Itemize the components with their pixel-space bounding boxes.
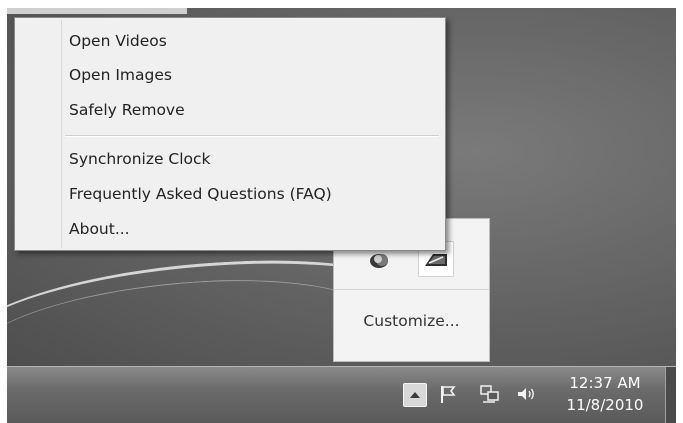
clock-date: 11/8/2010 <box>566 396 644 414</box>
menu-item-open-videos[interactable]: Open Videos <box>69 27 177 55</box>
clock-time: 12:37 AM <box>569 374 641 392</box>
action-center-flag-icon[interactable] <box>437 383 459 405</box>
show-desktop-button[interactable] <box>665 367 676 423</box>
menu-item-safely-remove[interactable]: Safely Remove <box>69 96 195 124</box>
menu-item-synchronize-clock[interactable]: Synchronize Clock <box>69 145 221 173</box>
menu-item-open-images[interactable]: Open Images <box>69 61 182 89</box>
popup-divider <box>334 289 489 290</box>
menu-separator <box>65 135 439 137</box>
customize-link[interactable]: Customize... <box>334 312 489 330</box>
volume-icon[interactable] <box>515 383 537 405</box>
network-icon[interactable] <box>479 383 501 405</box>
show-hidden-icons-arrow-icon[interactable] <box>403 383 427 407</box>
menu-item-faq[interactable]: Frequently Asked Questions (FAQ) <box>69 180 342 208</box>
menu-icon-gutter <box>61 20 62 248</box>
tray-context-menu: Open Videos Open Images Safely Remove Sy… <box>14 17 446 251</box>
window-edge <box>7 8 187 14</box>
system-clock[interactable]: 12:37 AM 11/8/2010 <box>555 372 655 416</box>
taskbar: 12:37 AM 11/8/2010 <box>7 366 676 423</box>
menu-item-about[interactable]: About... <box>69 215 140 243</box>
